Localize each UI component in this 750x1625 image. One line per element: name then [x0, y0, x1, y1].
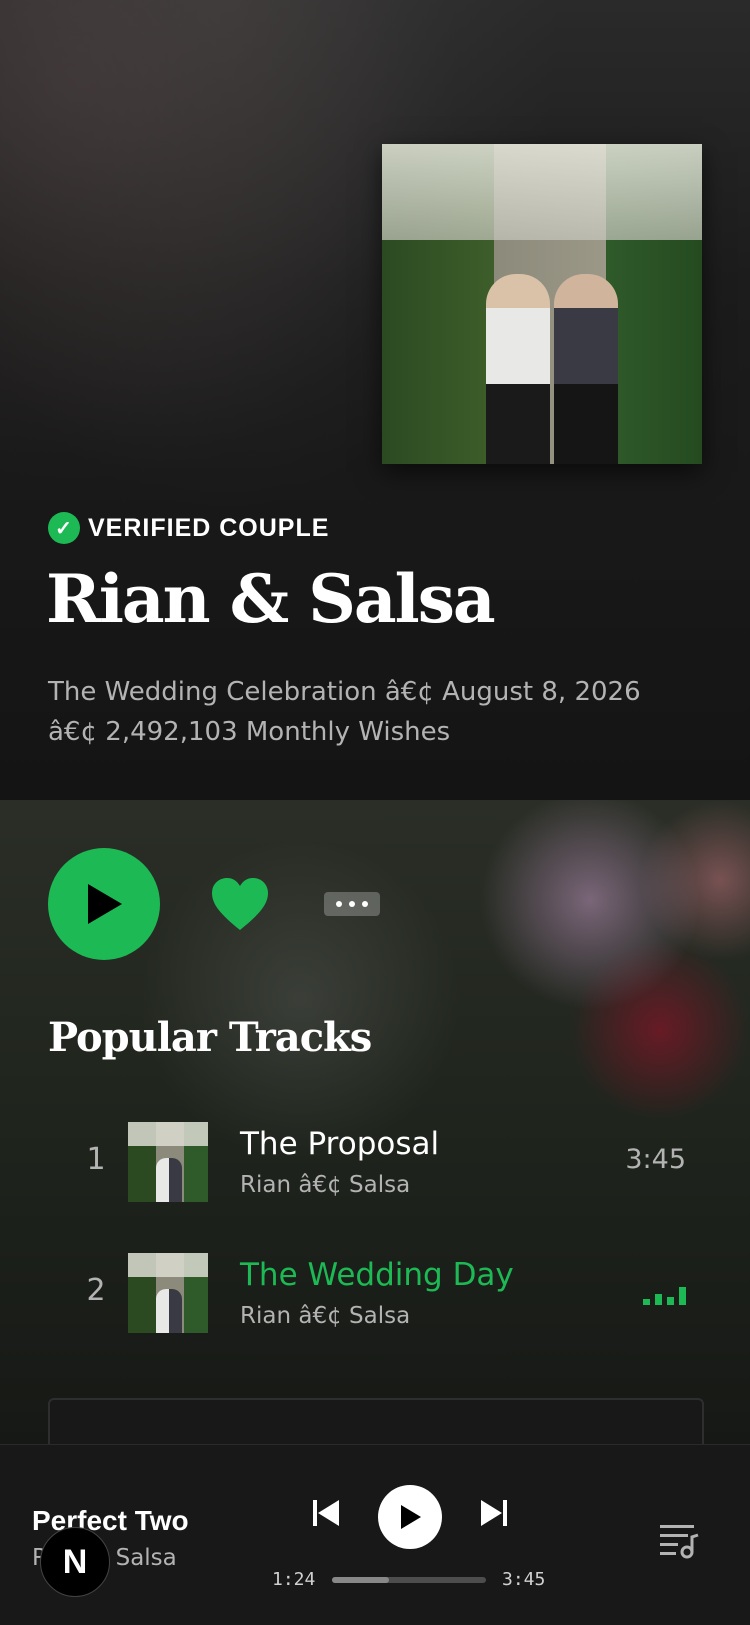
track-row[interactable]: 2 The Wedding Day Rian â€¢ Salsa — [0, 1253, 750, 1333]
meta-line-1: The Wedding Celebration â€¢ August 8, 20… — [48, 677, 641, 707]
track-artist: Rian â€¢ Salsa — [240, 1172, 411, 1198]
track-title: The Wedding Day — [240, 1257, 514, 1293]
ellipsis-icon[interactable] — [324, 892, 380, 916]
play-icon — [88, 884, 122, 924]
popular-tracks-heading: Popular Tracks — [48, 1014, 372, 1061]
app-logo[interactable]: N — [40, 1527, 110, 1597]
next-track-icon[interactable] — [478, 1497, 510, 1529]
dot — [362, 901, 368, 907]
dot — [349, 901, 355, 907]
couple-cover-photo — [382, 144, 702, 464]
track-duration: 3:45 — [625, 1144, 686, 1175]
total-time: 3:45 — [502, 1569, 546, 1590]
track-thumbnail — [128, 1253, 208, 1333]
meta-line-2: â€¢ 2,492,103 Monthly Wishes — [48, 717, 451, 747]
now-playing-bar: Perfect Two Rian & Salsa N 1:24 3:45 — [0, 1444, 750, 1625]
queue-icon[interactable] — [658, 1521, 700, 1559]
current-time: 1:24 — [272, 1569, 316, 1590]
previous-track-icon[interactable] — [310, 1497, 342, 1529]
track-number: 1 — [86, 1142, 106, 1177]
page-title: Rian & Salsa — [46, 560, 496, 638]
now-playing-equalizer-icon — [643, 1285, 686, 1305]
track-title: The Proposal — [240, 1126, 440, 1162]
track-artist: Rian â€¢ Salsa — [240, 1303, 411, 1329]
mini-play-button[interactable] — [378, 1485, 442, 1549]
verified-badge: ✓ VERIFIED COUPLE — [48, 512, 329, 544]
dot — [336, 901, 342, 907]
track-thumbnail — [128, 1122, 208, 1202]
play-icon — [401, 1505, 421, 1529]
verified-check-icon: ✓ — [48, 512, 80, 544]
groom-figure — [486, 274, 550, 464]
track-number: 2 — [86, 1273, 106, 1308]
artist-meta: The Wedding Celebration â€¢ August 8, 20… — [48, 672, 728, 752]
progress-bar[interactable] — [332, 1577, 486, 1583]
play-button[interactable] — [48, 848, 160, 960]
progress-fill — [332, 1577, 389, 1583]
bride-figure — [554, 274, 618, 464]
verified-label: VERIFIED COUPLE — [88, 513, 330, 542]
heart-icon[interactable] — [210, 876, 270, 932]
track-row[interactable]: 1 The Proposal Rian â€¢ Salsa 3:45 — [0, 1122, 750, 1202]
